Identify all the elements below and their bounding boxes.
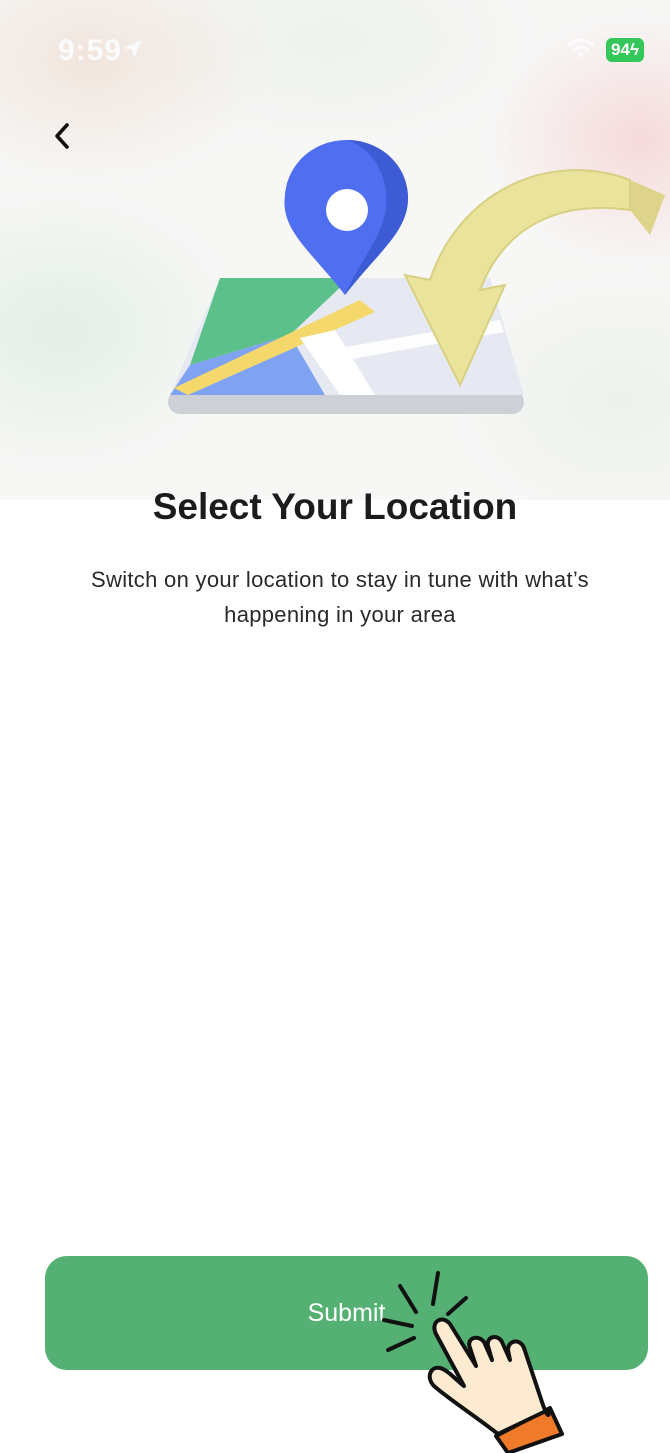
back-button[interactable]: [40, 112, 84, 160]
battery-level: 94: [611, 40, 630, 59]
status-bar: 9:59 94ϟ: [0, 0, 670, 90]
map-pin-with-arrow-illustration: [168, 140, 665, 414]
page-subtitle: Switch on your location to stay in tune …: [91, 567, 589, 627]
tap-hand-icon: [382, 1271, 564, 1453]
status-time: 9:59: [58, 34, 123, 67]
chevron-left-icon: [55, 123, 69, 149]
page-title: Select Your Location: [152, 486, 518, 527]
location-pin-dot: [326, 189, 368, 231]
submit-label: Submit: [307, 1298, 386, 1327]
wifi-icon: [567, 38, 595, 58]
battery-icon: 94ϟ: [606, 38, 644, 62]
curved-arrow-tail: [630, 180, 665, 235]
charging-bolt-icon: ϟ: [629, 40, 639, 59]
location-arrow-icon: [124, 40, 142, 58]
